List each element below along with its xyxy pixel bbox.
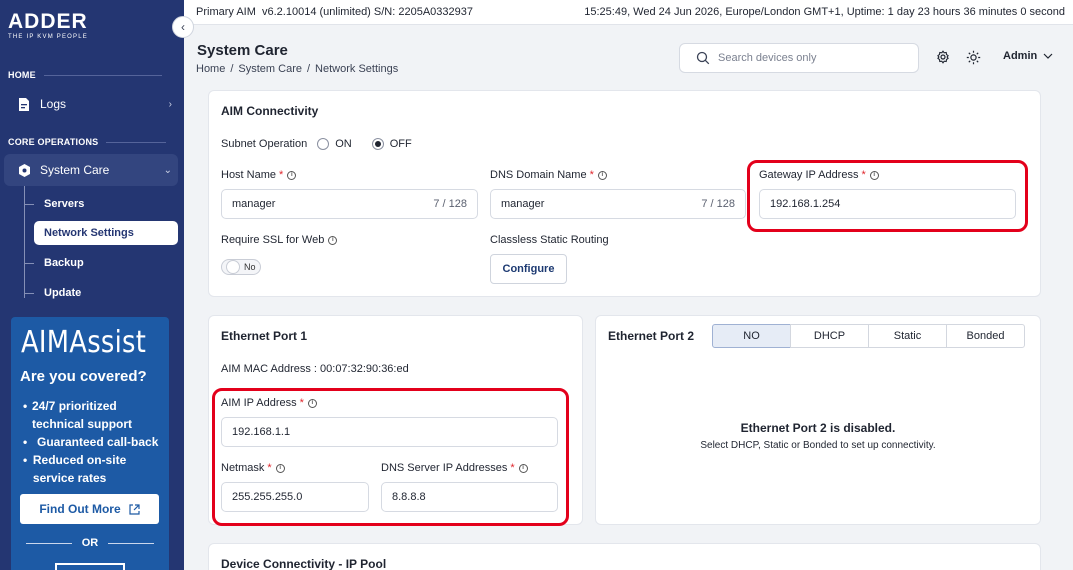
eth2-disabled-title: Ethernet Port 2 is disabled. — [740, 421, 896, 435]
device-search[interactable] — [679, 43, 919, 73]
netmask-input[interactable] — [232, 491, 358, 503]
logs-icon — [16, 96, 32, 112]
chevron-right-icon: › — [168, 98, 172, 110]
page-title: System Care — [197, 42, 288, 59]
dns-server-label: DNS Server IP Addresses * i — [381, 462, 528, 474]
dns-server-field[interactable] — [381, 482, 558, 512]
sidebar-sub-update[interactable]: Update — [24, 287, 81, 299]
mac-address: AIM MAC Address : 00:07:32:90:36:ed — [221, 363, 409, 375]
promo-bullet: Guaranteed call-back — [37, 435, 159, 449]
theme-sun-icon[interactable] — [965, 49, 981, 65]
host-name-label: Host Name * i — [221, 169, 297, 181]
sidebar-item-logs[interactable]: Logs › — [0, 95, 184, 113]
breadcrumb-separator: / — [230, 63, 234, 75]
adder-logo[interactable]: ADDER THE IP KVM PEOPLE — [8, 10, 88, 40]
gateway-ip-input[interactable] — [770, 198, 1005, 210]
aim-connectivity-title: AIM Connectivity — [221, 104, 319, 118]
sidebar-item-system-care[interactable]: System Care ⌄ — [0, 161, 184, 179]
collapse-sidebar-button[interactable]: ‹ — [172, 16, 194, 38]
info-icon: i — [869, 170, 879, 180]
eth2-option-bonded[interactable]: Bonded — [946, 324, 1025, 348]
chevron-down-icon — [1043, 53, 1053, 59]
system-care-icon — [16, 162, 32, 178]
eth2-option-no[interactable]: NO — [712, 324, 791, 348]
promo-bullets: • 24/7 prioritized technical support • Gua… — [23, 399, 159, 485]
user-menu[interactable]: Admin — [1003, 50, 1053, 62]
aim-ip-label: AIM IP Address * i — [221, 397, 317, 409]
aimassist-promo: AIMAssist Are you covered? • 24/7 priorit… — [11, 317, 169, 570]
aim-ip-input[interactable] — [232, 426, 547, 438]
ethernet-port-2-title: Ethernet Port 2 — [608, 329, 695, 343]
promo-question: Are you covered? — [20, 368, 147, 385]
gateway-ip-label: Gateway IP Address * i — [759, 169, 879, 181]
status-bar: Primary AIM v6.2.10014 (unlimited) S/N: … — [184, 0, 1073, 25]
qr-code-icon — [55, 563, 125, 570]
section-core-label: CORE OPERATIONS — [8, 137, 167, 147]
breadcrumb-separator: / — [306, 63, 311, 75]
configure-button[interactable]: Configure — [490, 254, 567, 284]
info-icon: i — [275, 463, 285, 473]
sidebar-sub-servers[interactable]: Servers — [24, 198, 84, 210]
info-icon: i — [597, 170, 607, 180]
sidebar-sub-backup[interactable]: Backup — [24, 257, 84, 269]
ethernet-port-1-title: Ethernet Port 1 — [221, 329, 308, 343]
search-input[interactable] — [718, 52, 898, 64]
eth2-option-dhcp[interactable]: DHCP — [790, 324, 869, 348]
require-ssl-toggle[interactable]: No — [221, 259, 261, 275]
dns-domain-label: DNS Domain Name * i — [490, 169, 607, 181]
sidebar: ADDER THE IP KVM PEOPLE HOME Logs › CORE… — [0, 0, 184, 570]
promo-bullet: 24/7 prioritized technical support — [32, 399, 133, 431]
info-icon: i — [328, 235, 338, 245]
settings-gear-icon[interactable] — [935, 49, 951, 65]
require-ssl-label: Require SSL for Web i — [221, 234, 338, 246]
chevron-down-icon: ⌄ — [163, 164, 172, 176]
breadcrumb-home[interactable]: Home — [196, 63, 225, 75]
dns-domain-input[interactable] — [501, 198, 702, 210]
eth2-option-static[interactable]: Static — [868, 324, 947, 348]
char-counter: 7 / 128 — [433, 198, 467, 210]
dns-server-input[interactable] — [392, 491, 547, 503]
aim-ip-field[interactable] — [221, 417, 558, 447]
device-connectivity-title: Device Connectivity - IP Pool — [221, 557, 387, 570]
subnet-operation-label: Subnet Operation ON OFF — [221, 138, 412, 150]
info-icon: i — [518, 463, 528, 473]
chevron-left-icon: ‹ — [181, 20, 185, 34]
info-icon: i — [307, 398, 317, 408]
sidebar-sub-network-settings[interactable]: Network Settings — [34, 221, 178, 245]
promo-or-divider: OR — [11, 537, 169, 549]
sidebar-item-label: Logs — [40, 97, 67, 111]
section-home-label: HOME — [8, 70, 162, 80]
external-link-icon — [129, 503, 140, 515]
logo-tagline: THE IP KVM PEOPLE — [8, 34, 88, 40]
classless-routing-label: Classless Static Routing — [490, 234, 609, 246]
promo-title: AIMAssist — [21, 325, 147, 360]
eth2-mode-selector: NO DHCP Static Bonded — [712, 324, 1025, 348]
toggle-state: No — [244, 262, 256, 272]
info-icon: i — [287, 170, 297, 180]
breadcrumb-system-care[interactable]: System Care — [238, 63, 302, 75]
find-out-more-button[interactable]: Find Out More — [20, 494, 159, 524]
user-name: Admin — [1003, 50, 1038, 62]
dns-domain-field[interactable]: 7 / 128 — [490, 189, 746, 219]
breadcrumb: Home / System Care / Network Settings — [196, 63, 398, 75]
logo-name: ADDER — [8, 10, 88, 33]
subnet-on-radio[interactable] — [317, 138, 330, 150]
host-name-input[interactable] — [232, 198, 434, 210]
netmask-field[interactable] — [221, 482, 369, 512]
promo-bullet: Reduced on-site service rates — [32, 453, 127, 485]
search-icon — [696, 51, 710, 65]
char-counter: 7 / 128 — [701, 198, 735, 210]
sidebar-item-label: System Care — [40, 163, 110, 177]
breadcrumb-network-settings: Network Settings — [315, 63, 399, 75]
host-name-field[interactable]: 7 / 128 — [221, 189, 478, 219]
clock-uptime-info: 15:25:49, Wed 24 Jun 2026, Europe/London… — [584, 6, 1065, 18]
subnet-off-radio[interactable] — [371, 138, 384, 150]
netmask-label: Netmask * i — [221, 462, 285, 474]
aim-version-info: Primary AIM v6.2.10014 (unlimited) S/N: … — [196, 6, 473, 18]
gateway-ip-field[interactable] — [759, 189, 1016, 219]
eth2-disabled-hint: Select DHCP, Static or Bonded to set up … — [700, 440, 936, 451]
